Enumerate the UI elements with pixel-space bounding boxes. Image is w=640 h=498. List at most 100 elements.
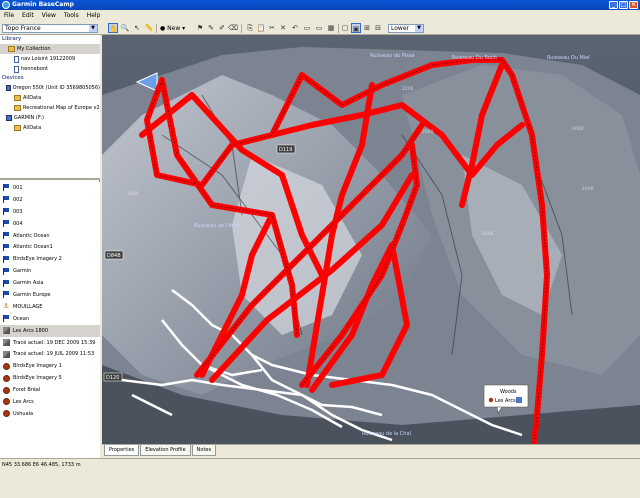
map-label: Ruisseau Du Miel bbox=[547, 55, 590, 61]
list-item-label: BirdsEye Imagery 2 bbox=[13, 256, 62, 263]
road-label: D119 bbox=[279, 147, 292, 153]
flag-icon bbox=[3, 315, 10, 323]
paste-icon[interactable]: 📋 bbox=[256, 23, 266, 33]
left-pane: Library My Collection nav Loisint 191220… bbox=[0, 35, 100, 458]
list-item[interactable]: 001 bbox=[0, 182, 100, 194]
device-garmin-alldata[interactable]: AllData bbox=[0, 123, 100, 133]
list-item[interactable]: Garmin Europe bbox=[0, 289, 100, 301]
tree-label: My Collection bbox=[17, 46, 51, 52]
expand-icon[interactable] bbox=[516, 397, 522, 403]
list-item[interactable]: Atlantic Ocean1 bbox=[0, 241, 100, 253]
list-item[interactable]: 002 bbox=[0, 194, 100, 206]
tree-label: Recreational Map of Europe v2 bbox=[23, 105, 100, 111]
list-item-label: Les Arcs bbox=[13, 398, 34, 405]
menu-edit[interactable]: Edit bbox=[18, 10, 38, 21]
waypoint-icon bbox=[3, 410, 10, 418]
3d-view-icon[interactable]: ▣ bbox=[351, 23, 361, 33]
list-item-label: Ocean bbox=[13, 315, 29, 322]
waypoint-icon bbox=[488, 397, 494, 403]
device-garmin-drive[interactable]: GARMIN (F:) bbox=[0, 113, 100, 123]
list-item[interactable]: Ushuaia bbox=[0, 408, 100, 420]
folder-icon bbox=[14, 95, 21, 101]
map-view[interactable]: Ruisseau du Pissa Ruisseau Du Roch Ruiss… bbox=[102, 35, 640, 444]
list-item-label: 001 bbox=[13, 184, 23, 191]
tree-label: GARMIN (F:) bbox=[14, 115, 44, 121]
list-icon bbox=[14, 65, 19, 73]
road-label: D84B bbox=[107, 253, 121, 259]
menu-file[interactable]: File bbox=[0, 10, 18, 21]
maximize-button[interactable]: □ bbox=[619, 1, 628, 9]
hand-tool-icon[interactable]: ✋ bbox=[108, 23, 118, 33]
select-tool-icon[interactable]: ↖ bbox=[132, 23, 142, 33]
device-oregon[interactable]: Oregon 550t (Unit ID 3569805056) bbox=[0, 83, 100, 93]
send-to-device-icon[interactable]: ▭ bbox=[302, 23, 312, 33]
list-item[interactable]: BirdsEye Imagery 2 bbox=[0, 253, 100, 265]
new-button[interactable]: ● New ▾ bbox=[160, 24, 190, 33]
map-product-select[interactable]: Topo France ▼ bbox=[2, 24, 98, 33]
list-item[interactable]: 003 bbox=[0, 206, 100, 218]
copy-icon[interactable]: ⎘ bbox=[245, 23, 255, 33]
list-item[interactable]: ⚓ MOUILLAGE bbox=[0, 301, 100, 313]
list-item[interactable]: Foret Bréal bbox=[0, 384, 100, 396]
list-icon bbox=[14, 55, 19, 63]
receive-icon[interactable]: ▭ bbox=[314, 23, 324, 33]
status-bar: N45 33.686 E6 46.485, 1733 m bbox=[0, 458, 640, 498]
track-tool-icon[interactable]: ✐ bbox=[217, 23, 227, 33]
list-item[interactable]: Garmin bbox=[0, 265, 100, 277]
coordinates-readout: N45 33.686 E6 46.485, 1733 m bbox=[2, 462, 81, 468]
detail-level-value: Lower bbox=[391, 25, 409, 32]
route-tool-icon[interactable]: ✎ bbox=[206, 23, 216, 33]
list-item[interactable]: BirdsEye Imagery 1 bbox=[0, 360, 100, 372]
flag-icon bbox=[3, 279, 10, 287]
menu-view[interactable]: View bbox=[38, 10, 60, 21]
menu-help[interactable]: Help bbox=[83, 10, 105, 21]
map-canvas[interactable]: Ruisseau du Pissa Ruisseau Du Roch Ruiss… bbox=[102, 35, 640, 444]
2d-view-icon[interactable]: ▢ bbox=[340, 23, 350, 33]
erase-tool-icon[interactable]: ⌫ bbox=[228, 23, 238, 33]
undo-icon[interactable]: ↶ bbox=[290, 23, 300, 33]
devices-heading: Devices bbox=[2, 75, 24, 81]
list-item[interactable]: Tracé actuel: 19 DEC 2009 15:39 bbox=[0, 337, 100, 349]
list-item-label: Foret Bréal bbox=[13, 387, 41, 394]
tab-elevation-profile[interactable]: Elevation Profile bbox=[140, 445, 191, 456]
list-item[interactable]: 004 bbox=[0, 218, 100, 230]
list-item[interactable]: BirdsEye Imagery 5 bbox=[0, 372, 100, 384]
list-item[interactable]: Garmin Asia bbox=[0, 277, 100, 289]
waypoint-tool-icon[interactable]: ⚑ bbox=[195, 23, 205, 33]
menu-tools[interactable]: Tools bbox=[60, 10, 83, 21]
tree-label: nav Loisint 19122009 bbox=[21, 56, 76, 62]
zoom-in-icon[interactable]: ⊞ bbox=[362, 23, 372, 33]
list-item[interactable]: Les Arcs bbox=[0, 396, 100, 408]
library-item-hennebont[interactable]: hennebont bbox=[0, 64, 100, 74]
popup-item: Les Arcs bbox=[495, 398, 516, 404]
library-item-my-collection[interactable]: My Collection bbox=[0, 44, 100, 54]
track-icon bbox=[3, 339, 10, 347]
new-button-label: New bbox=[167, 25, 181, 32]
device-recreational-map[interactable]: Recreational Map of Europe v2 bbox=[0, 103, 100, 113]
close-button[interactable]: × bbox=[629, 1, 638, 9]
zoom-tool-icon[interactable]: 🔍 bbox=[120, 23, 130, 33]
cut-icon[interactable]: ✂ bbox=[267, 23, 277, 33]
tab-properties[interactable]: Properties bbox=[104, 445, 140, 456]
detail-level-select[interactable]: Lower ▼ bbox=[388, 24, 424, 33]
contour-label: 2000 bbox=[422, 129, 434, 135]
map-label: Ruisseau du Pissa bbox=[370, 53, 414, 59]
list-item[interactable]: Atlantic Ocean bbox=[0, 230, 100, 242]
minimize-button[interactable]: _ bbox=[609, 1, 618, 9]
tree-label: AllData bbox=[23, 95, 42, 101]
library-item-nav[interactable]: nav Loisint 19122009 bbox=[0, 54, 100, 64]
waypoint-icon bbox=[3, 398, 10, 406]
tab-notes[interactable]: Notes bbox=[191, 445, 217, 456]
tree-label: Oregon 550t (Unit ID 3569805056) bbox=[12, 85, 100, 91]
list-item[interactable]: Ocean bbox=[0, 313, 100, 325]
list-item-label: Atlantic Ocean bbox=[13, 232, 50, 239]
contour-label: 2400 bbox=[582, 186, 594, 192]
measure-tool-icon[interactable]: 📏 bbox=[144, 23, 154, 33]
list-item[interactable]: Les Arcs 1800 bbox=[0, 324, 100, 337]
delete-icon[interactable]: ✕ bbox=[278, 23, 288, 33]
library-heading: Library bbox=[2, 36, 22, 42]
map-view-icon[interactable]: ▦ bbox=[326, 23, 336, 33]
list-item[interactable]: Tracé actuel: 19 JUIL 2009 11:53 bbox=[0, 348, 100, 360]
device-oregon-alldata[interactable]: AllData bbox=[0, 93, 100, 103]
zoom-out-icon[interactable]: ⊟ bbox=[373, 23, 383, 33]
